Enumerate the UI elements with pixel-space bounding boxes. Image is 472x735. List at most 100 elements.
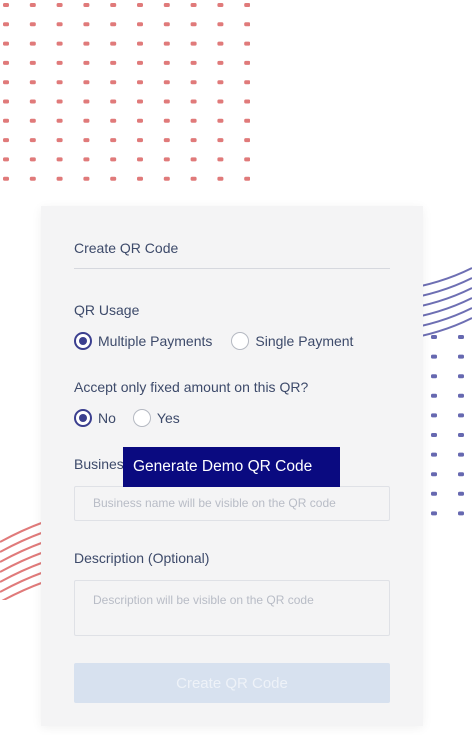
decorative-dot [137,80,143,85]
decorative-dot [431,452,437,457]
decorative-dot [244,80,250,85]
decorative-dot [29,157,36,162]
decorative-dot [458,452,464,457]
decorative-dot [83,157,90,162]
decorative-dot [431,491,437,496]
decorative-dot [163,80,170,85]
decorative-dot [3,41,9,46]
radio-option-no[interactable]: No [74,409,116,427]
decorative-dot [190,138,197,143]
decorative-dot [3,176,9,181]
decorative-dot [458,511,464,516]
decorative-dot [3,60,9,65]
decorative-dot-pattern-right [431,335,464,516]
decorative-dot [163,176,170,181]
title-divider [74,268,390,269]
decorative-dot [244,176,250,181]
radio-option-single-payment[interactable]: Single Payment [231,332,353,350]
decorative-dot [3,157,9,162]
decorative-dot [137,176,143,181]
decorative-wave-line [0,541,44,563]
decorative-dot [190,80,197,85]
decorative-dot [431,413,437,418]
decorative-dot [110,3,117,7]
decorative-dot [217,118,224,123]
decorative-wave-line [0,521,44,543]
decorative-dot [190,41,197,46]
decorative-dot [110,80,117,85]
decorative-dot [137,99,143,104]
decorative-dot [163,60,170,65]
decorative-dot [431,511,437,516]
description-input[interactable]: Description will be visible on the QR co… [74,580,390,636]
decorative-dot [137,22,143,27]
decorative-dot [244,157,250,162]
decorative-dot [137,60,143,65]
decorative-dot [190,60,197,65]
decorative-wave-line [1,581,44,600]
radio-unchecked-icon[interactable] [231,332,250,350]
decorative-dot [163,118,170,123]
decorative-dot [29,99,36,104]
decorative-dot [163,99,170,104]
radio-option-multiple-payments[interactable]: Multiple Payments [74,332,212,350]
decorative-dot [458,354,464,359]
decorative-dot [217,138,224,143]
qr-usage-label: QR Usage [74,302,140,318]
qr-usage-radio-group: Multiple Payments Single Payment [74,332,353,350]
decorative-dot [56,99,63,104]
decorative-dot [217,157,224,162]
decorative-wave-lines-left [0,521,44,600]
decorative-dot [29,41,36,46]
radio-unchecked-icon[interactable] [132,409,151,427]
decorative-dot [56,80,63,85]
decorative-wave-line [0,561,44,583]
business-name-input[interactable]: Business name will be visible on the QR … [74,486,390,521]
decorative-dot [190,157,197,162]
decorative-dot [83,60,90,65]
decorative-dot [217,99,224,104]
decorative-dot [458,413,464,418]
decorative-dot [137,3,143,7]
radio-checked-icon[interactable] [74,332,92,350]
decorative-dot [83,176,90,181]
decorative-dot [83,41,90,46]
decorative-dot [244,41,250,46]
decorative-dot [431,393,437,398]
decorative-dot [137,41,143,46]
decorative-dot [458,393,464,398]
decorative-dot [3,138,9,143]
decorative-dot [110,60,117,65]
decorative-dot [3,22,9,27]
radio-label-multiple-payments: Multiple Payments [98,333,213,349]
decorative-dot [217,22,224,27]
decorative-dot [110,22,117,27]
radio-option-yes[interactable]: Yes [132,409,180,427]
decorative-dot [56,3,63,7]
radio-checked-icon[interactable] [74,409,92,427]
decorative-dot-pattern-top [3,3,250,181]
decorative-dot [244,60,250,65]
decorative-dot [29,118,36,123]
decorative-dot [29,80,36,85]
decorative-dot [137,118,143,123]
radio-label-yes: Yes [156,410,180,426]
decorative-dot [190,22,197,27]
decorative-dot [3,118,9,123]
decorative-dot [56,176,63,181]
fixed-amount-radio-group: No Yes [74,409,180,427]
card-title: Create QR Code [74,240,179,256]
decorative-dot [29,60,36,65]
decorative-dot [110,118,117,123]
decorative-dot [56,60,63,65]
decorative-dot [3,3,9,7]
create-qr-code-button[interactable]: Create QR Code [74,663,390,703]
decorative-dot [83,118,90,123]
decorative-dot [110,176,117,181]
generate-demo-qr-code-button[interactable]: Generate Demo QR Code [123,447,340,487]
radio-label-no: No [98,410,116,426]
decorative-dot [431,354,437,359]
decorative-dot [458,374,464,379]
decorative-wave-line [0,531,44,553]
decorative-dot [458,433,464,437]
